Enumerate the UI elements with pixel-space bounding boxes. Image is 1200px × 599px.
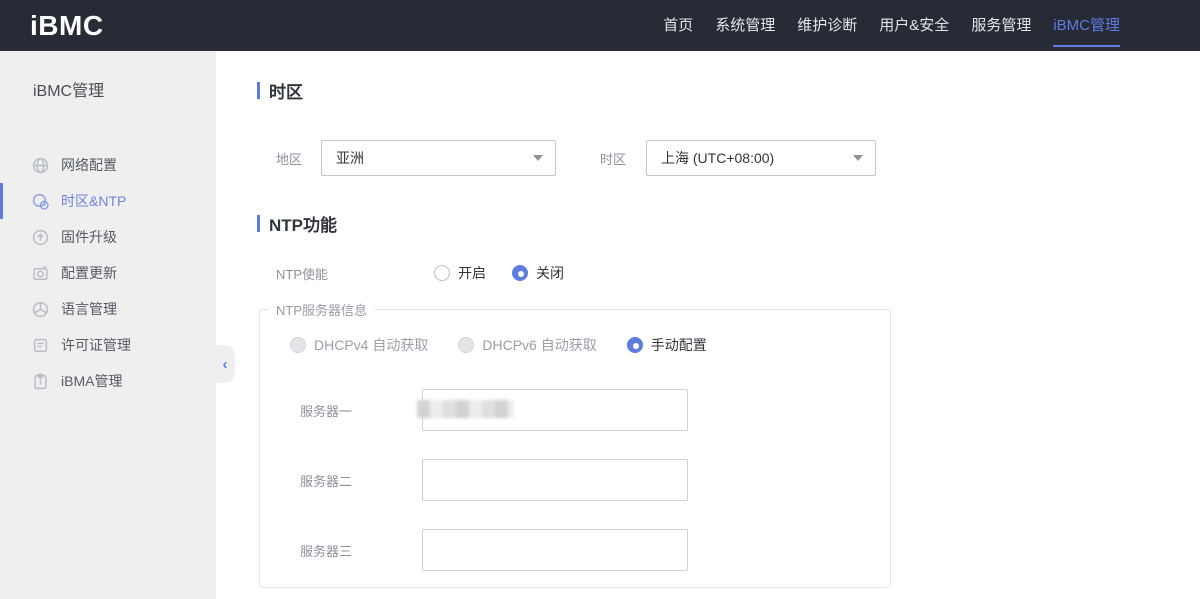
top-nav: 首页 系统管理 维护诊断 用户&安全 服务管理 iBMC管理 xyxy=(663,15,1200,36)
radio-dhcpv4-auto[interactable]: DHCPv4 自动获取 xyxy=(290,335,428,355)
chevron-left-icon: ‹ xyxy=(223,357,228,372)
radio-manual-config[interactable]: 手动配置 xyxy=(627,335,707,355)
clipboard-icon xyxy=(32,373,49,390)
sidebar-menu: 网络配置 时区&NTP 固件升级 xyxy=(0,147,216,399)
sidebar: iBMC管理 网络配置 时区&NTP xyxy=(0,51,216,599)
ntp-server-fieldset: NTP服务器信息 DHCPv4 自动获取 DHCPv6 自动获取 手动配置 xyxy=(259,300,891,588)
section-title-ntp: NTP功能 xyxy=(257,213,1200,233)
sidebar-item-ibma-mgmt[interactable]: iBMA管理 xyxy=(0,363,216,399)
nav-item-ibmc-mgmt[interactable]: iBMC管理 xyxy=(1053,15,1120,36)
sidebar-item-label: 配置更新 xyxy=(61,263,117,283)
ntp-server-legend: NTP服务器信息 xyxy=(268,300,375,319)
ibmc-app: iBMC 首页 系统管理 维护诊断 用户&安全 服务管理 iBMC管理 iBMC… xyxy=(0,0,1200,599)
sidebar-item-label: 语言管理 xyxy=(61,299,117,319)
section-title-timezone: 时区 xyxy=(257,80,1200,100)
radio-disabled-icon xyxy=(290,337,306,353)
server1-input-wrap xyxy=(422,389,688,431)
server-row-3: 服务器三 xyxy=(300,529,890,571)
chevron-down-icon xyxy=(853,155,863,161)
sidebar-title: iBMC管理 xyxy=(33,77,216,101)
active-indicator-bar xyxy=(0,183,3,219)
nav-item-home[interactable]: 首页 xyxy=(663,15,693,36)
timezone-clock-icon xyxy=(32,193,49,210)
sidebar-item-license-mgmt[interactable]: 许可证管理 xyxy=(0,327,216,363)
timezone-select[interactable]: 上海 (UTC+08:00) xyxy=(646,140,876,176)
language-globe-icon xyxy=(32,301,49,318)
server1-label: 服务器一 xyxy=(300,401,422,420)
nav-item-maintenance-diag[interactable]: 维护诊断 xyxy=(797,15,857,36)
radio-unchecked-icon xyxy=(434,265,450,281)
sidebar-item-label: iBMA管理 xyxy=(61,371,122,391)
server3-input[interactable] xyxy=(422,529,688,571)
server2-label: 服务器二 xyxy=(300,471,422,490)
accent-bar xyxy=(257,82,260,99)
top-navbar: iBMC 首页 系统管理 维护诊断 用户&安全 服务管理 iBMC管理 xyxy=(0,0,1200,51)
config-update-icon xyxy=(32,265,49,282)
license-document-icon xyxy=(32,337,49,354)
main-content: 时区 地区 亚洲 时区 上海 (UTC+08:00) NTP功能 NTP xyxy=(216,51,1200,599)
section-title-text: NTP功能 xyxy=(269,211,337,236)
radio-label: DHCPv6 自动获取 xyxy=(482,335,596,355)
sidebar-item-network-config[interactable]: 网络配置 xyxy=(0,147,216,183)
accent-bar xyxy=(257,215,260,232)
radio-ntp-off[interactable]: 关闭 xyxy=(512,263,564,283)
sidebar-collapse-button[interactable]: ‹ xyxy=(215,345,235,383)
globe-icon xyxy=(32,157,49,174)
server3-input-wrap xyxy=(422,529,688,571)
sidebar-item-language-mgmt[interactable]: 语言管理 xyxy=(0,291,216,327)
timezone-label: 时区 xyxy=(600,149,640,168)
server2-input-wrap xyxy=(422,459,688,501)
radio-checked-icon xyxy=(512,265,528,281)
ntp-server-mode-row: DHCPv4 自动获取 DHCPv6 自动获取 手动配置 xyxy=(290,335,890,355)
radio-dhcpv6-auto[interactable]: DHCPv6 自动获取 xyxy=(458,335,596,355)
sidebar-item-firmware-upgrade[interactable]: 固件升级 xyxy=(0,219,216,255)
server-row-2: 服务器二 xyxy=(300,459,890,501)
radio-checked-icon xyxy=(627,337,643,353)
ntp-enable-radio-group: 开启 关闭 xyxy=(434,263,564,283)
server2-input[interactable] xyxy=(422,459,688,501)
server1-input[interactable] xyxy=(422,389,688,431)
radio-label: 开启 xyxy=(458,263,486,283)
sidebar-item-label: 时区&NTP xyxy=(61,191,126,211)
app-logo: iBMC xyxy=(30,12,104,40)
region-select[interactable]: 亚洲 xyxy=(321,140,556,176)
nav-item-service-mgmt[interactable]: 服务管理 xyxy=(971,15,1031,36)
upgrade-arrow-icon xyxy=(32,229,49,246)
sidebar-item-label: 固件升级 xyxy=(61,227,117,247)
region-select-value: 亚洲 xyxy=(336,148,364,168)
radio-disabled-icon xyxy=(458,337,474,353)
ntp-enable-label: NTP使能 xyxy=(276,264,434,283)
region-label: 地区 xyxy=(276,149,321,168)
timezone-form-row: 地区 亚洲 时区 上海 (UTC+08:00) xyxy=(257,140,1200,176)
nav-item-user-security[interactable]: 用户&安全 xyxy=(879,15,949,36)
timezone-select-value: 上海 (UTC+08:00) xyxy=(661,148,774,168)
nav-item-system-mgmt[interactable]: 系统管理 xyxy=(715,15,775,36)
radio-label: 关闭 xyxy=(536,263,564,283)
sidebar-item-config-update[interactable]: 配置更新 xyxy=(0,255,216,291)
server-row-1: 服务器一 xyxy=(300,389,890,431)
sidebar-item-label: 网络配置 xyxy=(61,155,117,175)
radio-label: DHCPv4 自动获取 xyxy=(314,335,428,355)
server3-label: 服务器三 xyxy=(300,541,422,560)
chevron-down-icon xyxy=(533,155,543,161)
radio-label: 手动配置 xyxy=(651,335,707,355)
section-title-text: 时区 xyxy=(269,78,303,103)
radio-ntp-on[interactable]: 开启 xyxy=(434,263,486,283)
sidebar-item-timezone-ntp[interactable]: 时区&NTP xyxy=(0,183,216,219)
ntp-enable-row: NTP使能 开启 关闭 xyxy=(257,263,1200,283)
content-row: iBMC管理 网络配置 时区&NTP xyxy=(0,51,1200,599)
sidebar-item-label: 许可证管理 xyxy=(61,335,131,355)
